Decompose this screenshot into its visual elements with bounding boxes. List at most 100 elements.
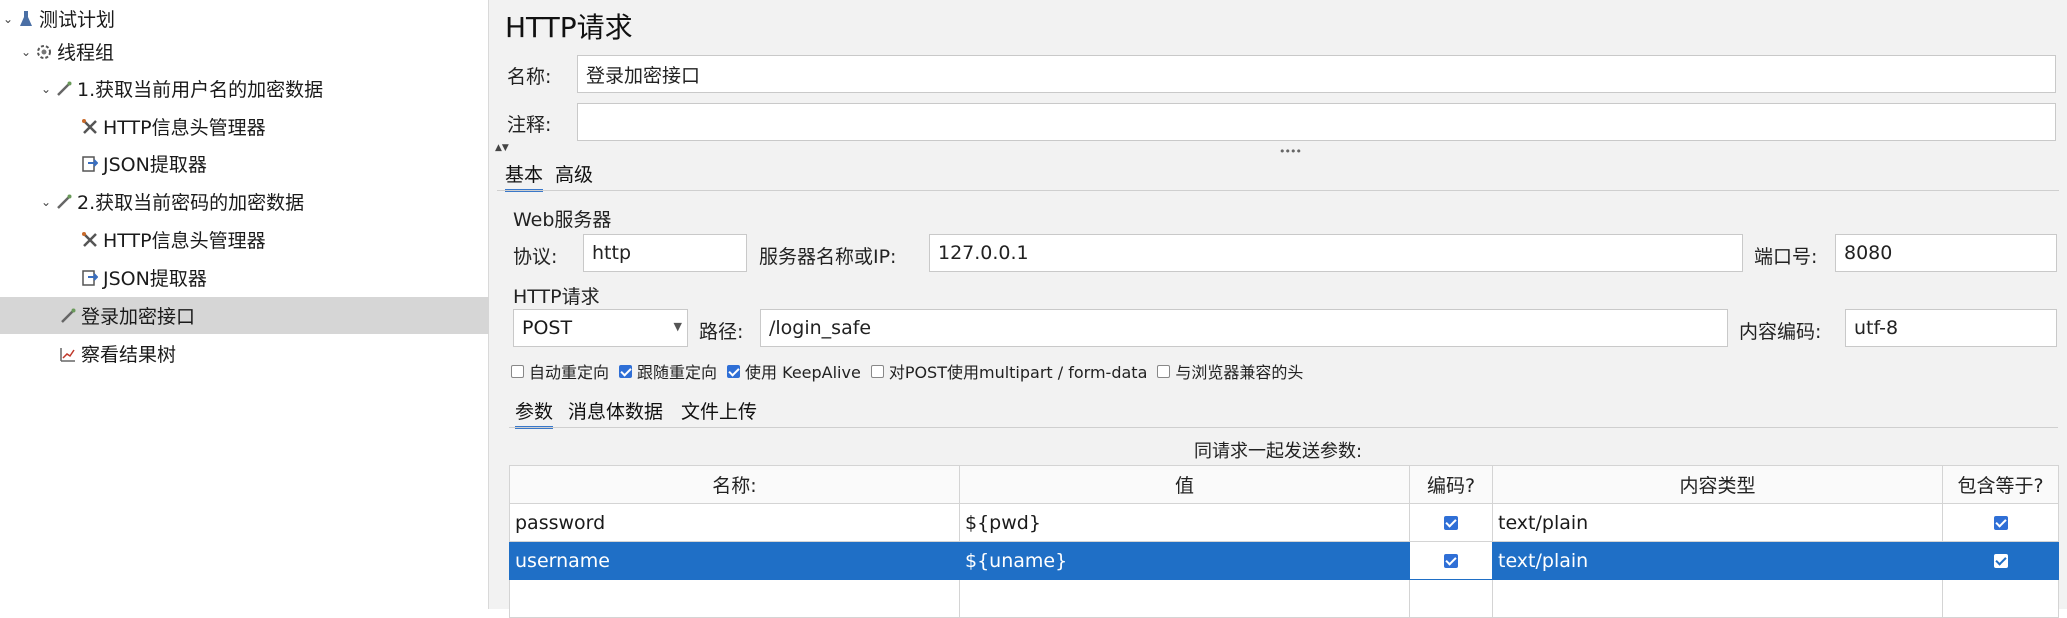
method-value: POST [522, 317, 573, 339]
test-plan-icon [16, 9, 36, 29]
tree-node-label: 2.获取当前密码的加密数据 [77, 192, 305, 214]
table-row[interactable]: password ${pwd} text/plain [509, 503, 2059, 542]
checkbox-follow-redirects[interactable] [619, 364, 633, 378]
chevron-down-icon[interactable]: ⌄ [38, 82, 54, 96]
params-table: 名称: 值 编码? 内容类型 包含等于? password ${pwd} tex… [509, 465, 2059, 618]
table-row-selected[interactable]: username ${uname} text/plain [509, 541, 2059, 580]
tree-node-label: HTTP信息头管理器 [103, 117, 266, 139]
empty-cell [959, 579, 1410, 618]
splitter-arrows-icon[interactable]: ▲▼ [495, 143, 509, 153]
http-request-group-title: HTTP请求 [513, 286, 600, 308]
tree-node-json-extractor-2[interactable]: JSON提取器 [0, 259, 568, 296]
include-equals-cell[interactable] [1942, 503, 2059, 542]
tabstrip-divider [497, 190, 2059, 191]
tab-advanced[interactable]: 高级 [555, 160, 593, 187]
name-label: 名称: [507, 66, 552, 88]
pipette-icon [54, 192, 74, 212]
content-type-cell[interactable]: text/plain [1492, 503, 1943, 542]
empty-cell [1492, 579, 1943, 618]
comment-field[interactable] [577, 103, 2056, 141]
tree-node-header-manager-1[interactable]: HTTP信息头管理器 [0, 108, 568, 145]
tree-node-label: JSON提取器 [103, 154, 207, 176]
tree-node-json-extractor-1[interactable]: JSON提取器 [0, 145, 568, 182]
path-field[interactable]: /login_safe [760, 309, 1728, 347]
protocol-field[interactable]: http [583, 234, 747, 272]
include-equals-checkbox[interactable] [1993, 554, 2008, 568]
column-header[interactable]: 内容类型 [1492, 465, 1943, 504]
empty-cell [1942, 579, 2059, 618]
tree-node-label: 线程组 [57, 42, 115, 64]
protocol-label: 协议: [513, 246, 558, 268]
server-field[interactable]: 127.0.0.1 [929, 234, 1743, 272]
tab-file-upload[interactable]: 文件上传 [681, 397, 757, 424]
port-field[interactable]: 8080 [1835, 234, 2057, 272]
pipette-icon [58, 306, 78, 326]
encode-checkbox[interactable] [1444, 554, 1458, 568]
subtab-divider [509, 427, 2058, 428]
encoding-label: 内容编码: [1739, 321, 1822, 343]
param-name-cell[interactable]: username [509, 541, 960, 580]
chart-icon [58, 344, 78, 364]
checkbox-browser-headers[interactable] [1157, 364, 1171, 378]
encoding-field[interactable]: utf-8 [1845, 309, 2057, 347]
tree-node-label: HTTP信息头管理器 [103, 230, 266, 252]
tree-node-results-tree[interactable]: 察看结果树 [0, 335, 546, 372]
chevron-down-icon[interactable]: ⌄ [0, 12, 16, 26]
include-equals-cell[interactable] [1942, 541, 2059, 580]
port-label: 端口号: [1754, 246, 1818, 268]
chevron-down-icon[interactable]: ⌄ [18, 45, 34, 59]
param-value-cell[interactable]: ${uname} [959, 541, 1410, 580]
option-label: 对POST使用multipart / form-data [888, 363, 1148, 382]
tree-node-sampler-2[interactable]: ⌄ 2.获取当前密码的加密数据 [0, 183, 526, 220]
empty-cell [1409, 579, 1493, 618]
encode-cell[interactable] [1409, 541, 1493, 580]
column-header[interactable]: 名称: [509, 465, 960, 504]
path-label: 路径: [699, 321, 744, 343]
extractor-icon [80, 268, 100, 288]
checkbox-keepalive[interactable] [727, 364, 741, 378]
extractor-icon [80, 154, 100, 174]
param-name-cell[interactable]: password [509, 503, 960, 542]
tree-node-header-manager-2[interactable]: HTTP信息头管理器 [0, 221, 568, 258]
include-equals-checkbox[interactable] [1993, 516, 2008, 530]
method-select[interactable]: POST ▼ [513, 309, 688, 347]
server-label: 服务器名称或IP: [759, 246, 897, 268]
checkbox-auto-redirect[interactable] [511, 364, 524, 378]
option-label: 自动重定向 [529, 363, 610, 382]
tree-node-label: 1.获取当前用户名的加密数据 [77, 79, 324, 101]
splitter-handle-icon[interactable]: •••• [1279, 145, 1302, 158]
column-header[interactable]: 包含等于? [1942, 465, 2059, 504]
checkbox-multipart[interactable] [870, 364, 884, 378]
chevron-down-icon[interactable]: ⌄ [38, 195, 54, 209]
tools-icon [80, 117, 100, 137]
comment-label: 注释: [507, 114, 552, 136]
gear-icon [34, 42, 54, 62]
column-header[interactable]: 编码? [1409, 465, 1493, 504]
empty-cell [509, 579, 960, 618]
column-header[interactable]: 值 [959, 465, 1410, 504]
pipette-icon [54, 79, 74, 99]
name-field[interactable]: 登录加密接口 [577, 55, 2056, 93]
params-caption: 同请求一起发送参数: [1193, 441, 1363, 462]
content-type-cell[interactable]: text/plain [1492, 541, 1943, 580]
web-server-group-title: Web服务器 [513, 209, 612, 231]
dropdown-arrow-icon[interactable]: ▼ [674, 320, 682, 333]
encode-checkbox[interactable] [1444, 516, 1458, 530]
tab-body-data[interactable]: 消息体数据 [568, 397, 663, 424]
tab-parameters[interactable]: 参数 [515, 397, 554, 429]
tab-basic[interactable]: 基本 [505, 160, 544, 192]
tree-node-sampler-1[interactable]: ⌄ 1.获取当前用户名的加密数据 [0, 70, 526, 107]
option-label: 与浏览器兼容的头 [1175, 363, 1304, 382]
tree-node-label: JSON提取器 [103, 268, 207, 290]
tree-node-login-sampler[interactable]: 登录加密接口 [0, 297, 546, 334]
request-options: 自动重定向 跟随重定向 使用 KeepAlive 对POST使用multipar… [501, 359, 1303, 383]
test-plan-tree: ⌄ 测试计划 ⌄ 线程组 ⌄ 1.获取当前用户名的加密数据 HTTP信息头管理器… [0, 0, 546, 609]
param-value-cell[interactable]: ${pwd} [959, 503, 1410, 542]
encode-cell[interactable] [1409, 503, 1493, 542]
tree-node-thread-group[interactable]: ⌄ 线程组 [0, 33, 506, 70]
table-row-empty[interactable] [509, 579, 2059, 618]
page-title: HTTP请求 [505, 11, 633, 44]
tree-node-test-plan[interactable]: ⌄ 测试计划 [0, 0, 488, 37]
table-header-row: 名称: 值 编码? 内容类型 包含等于? [509, 465, 2059, 504]
http-request-panel: HTTP请求 名称: 登录加密接口 注释: ▲▼ •••• 基本 高级 Web服… [489, 0, 2067, 618]
